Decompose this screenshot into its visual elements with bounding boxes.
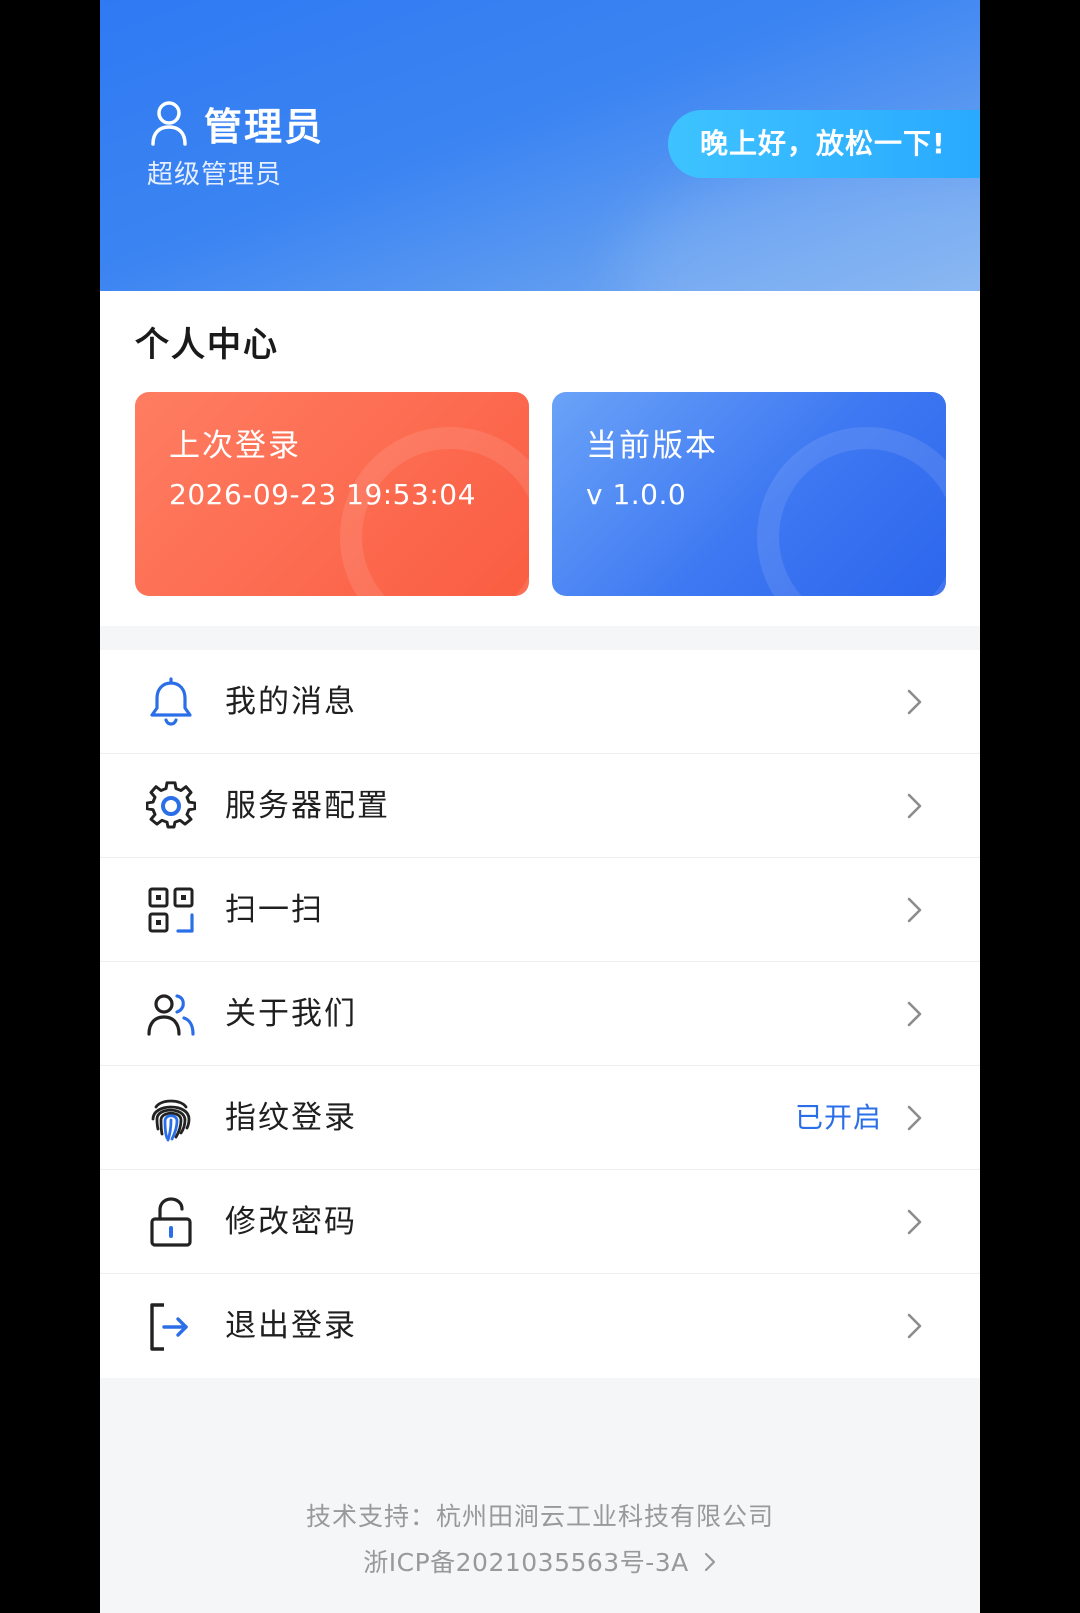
section-title: 个人中心: [135, 325, 279, 365]
bell-icon: [150, 677, 192, 726]
menu-item-label: 指纹登录: [225, 1100, 357, 1136]
chevron-right-icon: [907, 1001, 922, 1027]
last-login-card: 上次登录 2026-09-23 19:53:04: [135, 392, 529, 596]
menu-item-label: 我的消息: [225, 684, 357, 720]
version-card: 当前版本 v 1.0.0: [552, 392, 946, 596]
menu-item-change-password[interactable]: 修改密码: [100, 1170, 980, 1274]
chevron-right-icon: [704, 1552, 715, 1572]
chevron-right-icon: [907, 897, 922, 923]
unlock-icon: [150, 1197, 192, 1247]
chevron-right-icon: [907, 1313, 922, 1339]
menu-item-fingerprint-login[interactable]: 指纹登录 已开启: [100, 1066, 980, 1170]
fingerprint-status: 已开启: [794, 1101, 882, 1134]
user-icon: [151, 101, 187, 146]
logout-icon: [150, 1303, 188, 1351]
chevron-right-icon: [907, 793, 922, 819]
menu-item-label: 修改密码: [225, 1204, 357, 1240]
icp-text: 浙ICP备2021035563号-3A: [363, 1548, 689, 1577]
menu-item-label: 扫一扫: [225, 892, 324, 928]
qr-scan-icon: [148, 887, 194, 933]
card-decoration: [757, 427, 946, 596]
menu-item-label: 服务器配置: [225, 788, 390, 824]
profile-header: 管理员 超级管理员 晚上好，放松一下!: [100, 0, 980, 291]
menu-item-server-config[interactable]: 服务器配置: [100, 754, 980, 858]
menu-item-logout[interactable]: 退出登录: [100, 1274, 980, 1378]
last-login-title: 上次登录: [169, 428, 301, 464]
profile-screen: 管理员 超级管理员 晚上好，放松一下! 个人中心 上次登录 2026-09-23…: [100, 0, 980, 1613]
menu-item-label: 退出登录: [225, 1308, 357, 1344]
greeting-badge: 晚上好，放松一下!: [668, 110, 980, 178]
last-login-value: 2026-09-23 19:53:04: [169, 478, 476, 511]
user-name: 管理员: [204, 105, 325, 149]
user-role: 超级管理员: [147, 160, 283, 190]
menu-item-scan[interactable]: 扫一扫: [100, 858, 980, 962]
menu-item-label: 关于我们: [225, 996, 357, 1032]
menu-item-messages[interactable]: 我的消息: [100, 650, 980, 754]
fingerprint-icon: [151, 1099, 191, 1142]
personal-center-section: 个人中心 上次登录 2026-09-23 19:53:04 当前版本 v 1.0…: [100, 291, 980, 626]
gear-icon: [146, 781, 196, 829]
version-title: 当前版本: [586, 428, 718, 464]
chevron-right-icon: [907, 1105, 922, 1131]
tech-support-text: 技术支持：杭州田涧云工业科技有限公司: [305, 1502, 774, 1531]
chevron-right-icon: [907, 1209, 922, 1235]
card-decoration: [340, 427, 529, 596]
version-value: v 1.0.0: [586, 478, 687, 511]
menu-item-about-us[interactable]: 关于我们: [100, 962, 980, 1066]
settings-menu: 我的消息 服务器配置 扫一扫 关于我们 指纹登录 已开启 修改密码 退出登录: [100, 650, 980, 1378]
users-icon: [147, 994, 195, 1036]
chevron-right-icon: [907, 689, 922, 715]
icp-link[interactable]: 浙ICP备2021035563号-3A: [100, 1543, 980, 1579]
